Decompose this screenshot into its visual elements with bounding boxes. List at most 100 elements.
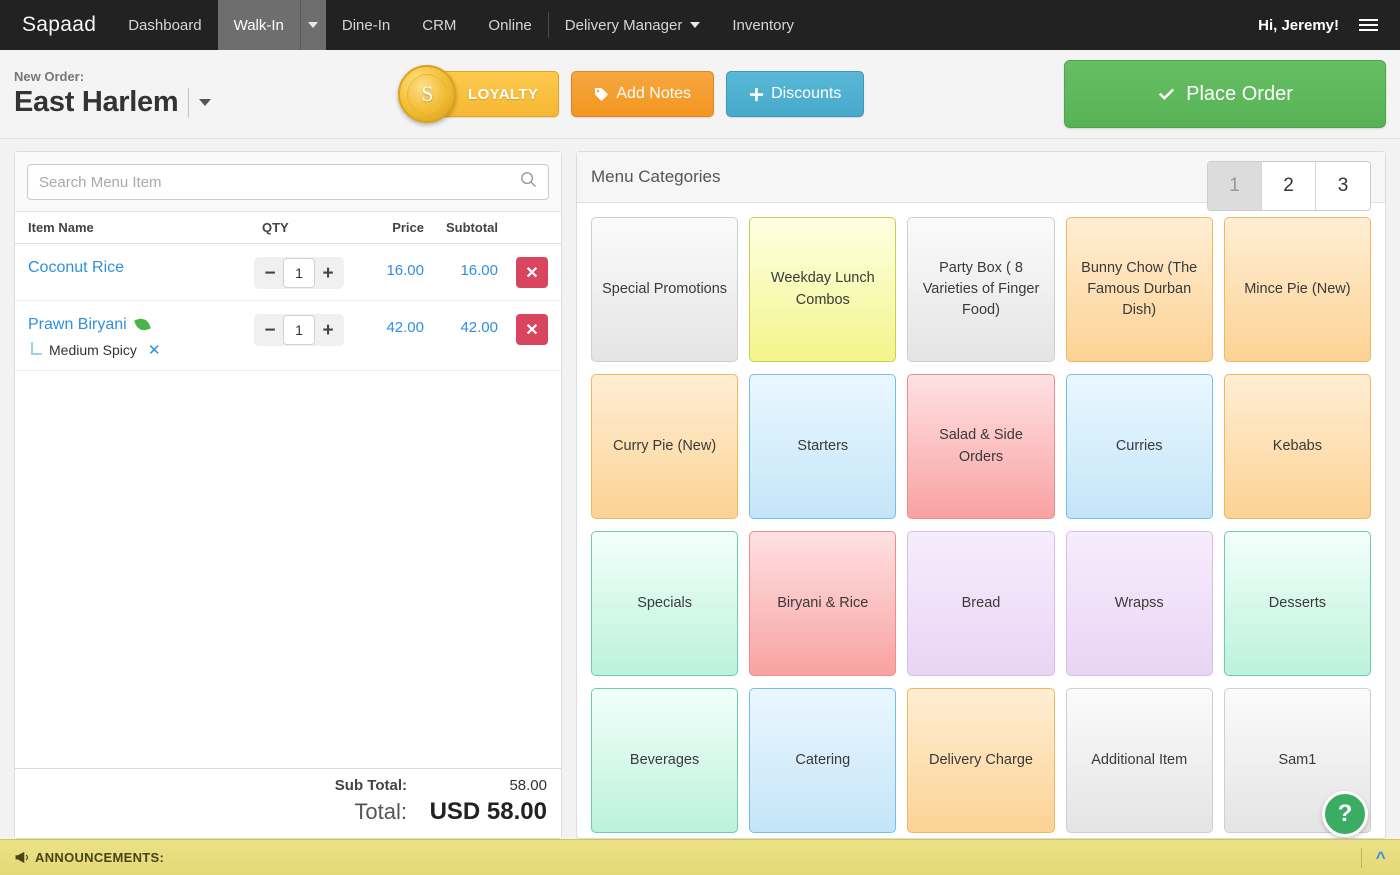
top-navbar: Sapaad Dashboard Walk-In Dine-In CRM Onl… xyxy=(0,0,1400,50)
category-tile-weekday-lunch-combos[interactable]: Weekday Lunch Combos xyxy=(749,217,897,362)
announcements-bar: ANNOUNCEMENTS: ^ xyxy=(0,839,1400,875)
menu-panel-header: Menu Categories 1 2 3 xyxy=(577,152,1385,211)
total-row: Total: USD 58.00 xyxy=(29,798,547,826)
category-tile-mince-pie[interactable]: Mince Pie (New) xyxy=(1223,217,1371,362)
navbar-right-group: Hi, Jeremy! xyxy=(1258,0,1400,50)
nav-item-delivery-manager-label: Delivery Manager xyxy=(564,16,683,34)
order-totals: Sub Total: 58.00 Total: USD 58.00 xyxy=(15,768,561,838)
order-header-bar: New Order: East Harlem S LOYALTY Add Not… xyxy=(0,50,1400,139)
page-button-1[interactable]: 1 xyxy=(1208,162,1262,210)
nav-item-delivery-manager[interactable]: Delivery Manager xyxy=(549,0,717,50)
order-item-subtotal: 16.00 xyxy=(460,262,498,279)
category-tile-catering[interactable]: Catering xyxy=(749,688,897,833)
category-tile-kebabs[interactable]: Kebabs xyxy=(1223,374,1371,519)
column-header-qty: QTY xyxy=(262,220,289,235)
add-notes-label: Add Notes xyxy=(616,85,692,102)
order-item-name[interactable]: Coconut Rice xyxy=(28,259,124,276)
search-icon xyxy=(520,171,537,193)
order-item-price: 16.00 xyxy=(386,262,424,279)
total-label: Total: xyxy=(354,799,407,824)
increase-quantity-button[interactable]: + xyxy=(315,315,341,345)
remove-modifier-button[interactable]: ✕ xyxy=(148,341,161,359)
page-button-2[interactable]: 2 xyxy=(1262,162,1316,210)
loyalty-coin-letter: S xyxy=(407,74,448,114)
page-button-3[interactable]: 3 xyxy=(1316,162,1370,210)
nav-item-crm[interactable]: CRM xyxy=(406,0,472,50)
decrease-quantity-button[interactable]: − xyxy=(257,315,283,345)
category-tile-delivery-charge[interactable]: Delivery Charge xyxy=(907,688,1055,833)
app-root: Sapaad Dashboard Walk-In Dine-In CRM Onl… xyxy=(0,0,1400,875)
nav-item-walk-in[interactable]: Walk-In xyxy=(217,0,300,50)
user-greeting: Hi, Jeremy! xyxy=(1258,16,1339,34)
subtotal-label: Sub Total: xyxy=(334,777,407,794)
menu-panel: Menu Categories 1 2 3 Special Promotions… xyxy=(576,151,1386,839)
loyalty-button[interactable]: S LOYALTY xyxy=(398,65,560,123)
category-tile-desserts[interactable]: Desserts xyxy=(1223,531,1371,676)
announcements-label: ANNOUNCEMENTS: xyxy=(35,850,165,865)
category-tiles-grid: Special Promotions Weekday Lunch Combos … xyxy=(577,203,1385,847)
order-location-name: East Harlem xyxy=(14,86,179,118)
discounts-button[interactable]: Discounts xyxy=(726,71,865,117)
header-actions-group: S LOYALTY Add Notes Discounts xyxy=(398,65,865,123)
nav-item-dashboard[interactable]: Dashboard xyxy=(112,0,217,50)
category-tile-salad-side-orders[interactable]: Salad & Side Orders xyxy=(907,374,1055,519)
decrease-quantity-button[interactable]: − xyxy=(257,258,283,288)
category-tile-curries[interactable]: Curries xyxy=(1065,374,1213,519)
chevron-down-icon xyxy=(690,22,701,28)
new-order-label: New Order: xyxy=(14,69,85,84)
table-row: Prawn Biryani Medium Spicy ✕ − + xyxy=(15,301,561,371)
location-dropdown-icon[interactable] xyxy=(199,99,212,106)
chevron-up-icon[interactable]: ^ xyxy=(1376,848,1386,868)
place-order-label: Place Order xyxy=(1186,82,1293,105)
category-tile-starters[interactable]: Starters xyxy=(749,374,897,519)
order-item-price: 42.00 xyxy=(386,319,424,336)
help-button[interactable]: ? xyxy=(1322,791,1368,837)
total-value: USD 58.00 xyxy=(429,798,547,825)
remove-item-button[interactable]: ✕ xyxy=(516,314,548,345)
order-item-name[interactable]: Prawn Biryani xyxy=(28,316,127,333)
divider xyxy=(188,87,190,118)
category-tile-additional-item[interactable]: Additional Item xyxy=(1065,688,1213,833)
walk-in-dropdown-button[interactable] xyxy=(299,0,326,50)
modifier-label: Medium Spicy xyxy=(49,342,137,358)
vegetarian-leaf-icon xyxy=(134,316,151,333)
category-tile-bread[interactable]: Bread xyxy=(907,531,1055,676)
subtotal-value: 58.00 xyxy=(509,777,547,794)
megaphone-icon xyxy=(15,851,28,864)
tag-icon xyxy=(595,87,609,101)
order-item-name-cell: Prawn Biryani Medium Spicy ✕ xyxy=(28,312,254,359)
category-tile-wrapss[interactable]: Wrapss xyxy=(1065,531,1213,676)
increase-quantity-button[interactable]: + xyxy=(315,258,341,288)
category-tile-curry-pie[interactable]: Curry Pie (New) xyxy=(591,374,739,519)
chevron-down-icon xyxy=(308,22,319,28)
nav-item-dine-in[interactable]: Dine-In xyxy=(326,0,406,50)
place-order-button[interactable]: Place Order xyxy=(1064,60,1386,128)
search-box[interactable] xyxy=(27,164,549,200)
remove-item-button[interactable]: ✕ xyxy=(516,257,548,288)
table-row: Coconut Rice − + 16.00 16.00 ✕ xyxy=(15,244,561,301)
order-item-name-cell: Coconut Rice xyxy=(28,255,254,277)
quantity-input[interactable] xyxy=(283,315,315,345)
column-header-item-name: Item Name xyxy=(28,220,94,235)
search-input[interactable] xyxy=(28,165,548,199)
order-items-list: Coconut Rice − + 16.00 16.00 ✕ xyxy=(15,244,561,768)
category-tile-beverages[interactable]: Beverages xyxy=(591,688,739,833)
brand-logo[interactable]: Sapaad xyxy=(0,0,112,50)
category-tile-biryani-rice[interactable]: Biryani & Rice xyxy=(749,531,897,676)
loyalty-button-label: LOYALTY xyxy=(468,85,539,103)
menu-categories-title: Menu Categories xyxy=(591,167,721,186)
category-tile-party-box[interactable]: Party Box ( 8 Varieties of Finger Food) xyxy=(907,217,1055,362)
category-tile-bunny-chow[interactable]: Bunny Chow (The Famous Durban Dish) xyxy=(1065,217,1213,362)
nav-item-online[interactable]: Online xyxy=(472,0,547,50)
add-notes-button[interactable]: Add Notes xyxy=(571,71,715,117)
loyalty-coin-icon: S xyxy=(398,65,457,123)
quantity-input[interactable] xyxy=(283,258,315,288)
order-item-subtotal: 42.00 xyxy=(460,319,498,336)
category-tile-special-promotions[interactable]: Special Promotions xyxy=(591,217,739,362)
nav-item-inventory[interactable]: Inventory xyxy=(716,0,810,50)
subtotal-row: Sub Total: 58.00 xyxy=(29,777,547,794)
hamburger-menu-icon[interactable] xyxy=(1355,15,1382,35)
quantity-stepper: − + xyxy=(254,255,362,289)
order-panel: Item Name QTY Price Subtotal Coconut Ric… xyxy=(14,151,562,839)
category-tile-specials[interactable]: Specials xyxy=(591,531,739,676)
